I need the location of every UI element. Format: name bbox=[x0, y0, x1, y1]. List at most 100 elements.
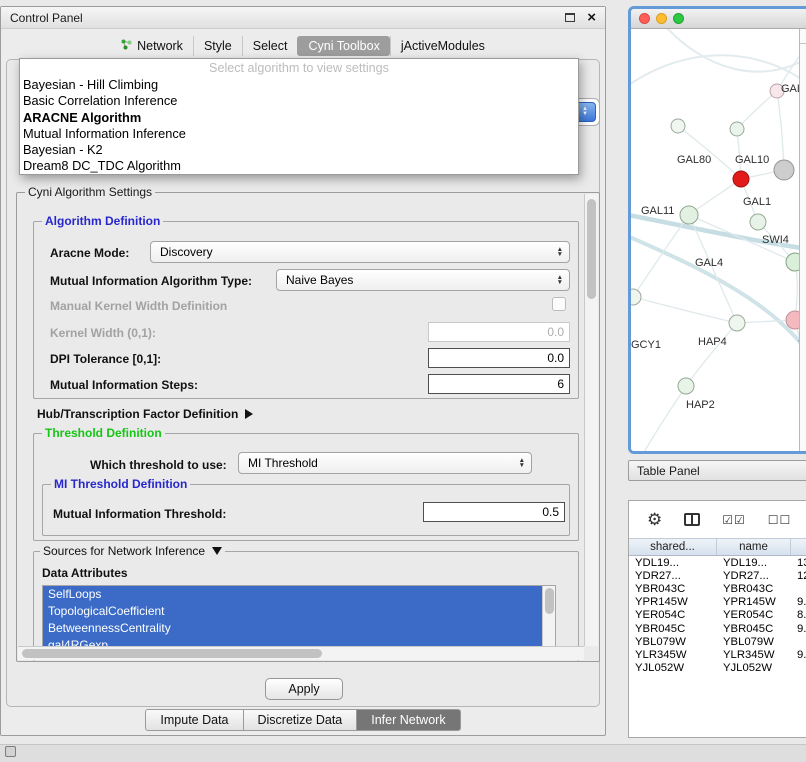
column-header-col2[interactable] bbox=[791, 539, 806, 555]
node-label: GAL11 bbox=[641, 205, 674, 217]
table-cell: YDR27... bbox=[717, 570, 791, 582]
network-scrollbar[interactable] bbox=[799, 29, 806, 451]
table-cell: YLR345W bbox=[717, 649, 791, 661]
settings-vertical-scrollbar[interactable] bbox=[584, 194, 598, 646]
tab-discretize-data[interactable]: Discretize Data bbox=[243, 709, 358, 731]
table-cell: YDR27... bbox=[629, 570, 717, 582]
network-node[interactable] bbox=[671, 119, 685, 133]
panel-toggle-icon[interactable] bbox=[5, 746, 16, 757]
mi-algorithm-type-select[interactable]: Naive Bayes ▲▼ bbox=[276, 269, 570, 291]
tab-cyni-toolbox[interactable]: Cyni Toolbox bbox=[297, 36, 389, 56]
table-row[interactable]: YPR145WYPR145W9. bbox=[629, 596, 806, 609]
gear-icon[interactable]: ⚙ bbox=[647, 511, 662, 528]
aracne-mode-value: Discovery bbox=[157, 245, 557, 259]
column-header-name[interactable]: name bbox=[717, 539, 791, 555]
table-cell: 13 bbox=[791, 557, 806, 569]
network-node[interactable] bbox=[774, 160, 794, 180]
algorithm-option-bayesian-k2[interactable]: Bayesian - K2 bbox=[20, 142, 578, 158]
table-row[interactable]: YBR045CYBR045C9. bbox=[629, 622, 806, 635]
network-node[interactable] bbox=[750, 214, 766, 230]
table-cell: YER054C bbox=[717, 609, 791, 621]
scrollbar-button[interactable] bbox=[800, 29, 806, 44]
algorithm-definition-group: Algorithm Definition Aracne Mode: Discov… bbox=[33, 221, 579, 399]
scrollbar-thumb[interactable] bbox=[587, 199, 596, 299]
scrollbar-thumb[interactable] bbox=[545, 588, 554, 614]
network-node[interactable] bbox=[631, 289, 641, 305]
table-row[interactable]: YJL052WYJL052W bbox=[629, 662, 806, 675]
table-cell: YJL052W bbox=[629, 662, 717, 674]
network-edge bbox=[643, 386, 686, 451]
tab-jactivemodules[interactable]: jActiveModules bbox=[390, 36, 495, 56]
tab-impute-data[interactable]: Impute Data bbox=[145, 709, 243, 731]
show-columns-icon[interactable]: ☑☑ bbox=[722, 513, 746, 527]
network-node[interactable] bbox=[786, 311, 799, 329]
network-edge bbox=[633, 297, 737, 323]
aracne-mode-select[interactable]: Discovery ▲▼ bbox=[150, 241, 570, 263]
columns-icon[interactable] bbox=[684, 513, 700, 526]
table-cell: YPR145W bbox=[717, 596, 791, 608]
data-attribute-item[interactable]: TopologicalCoefficient bbox=[43, 603, 555, 620]
network-node[interactable] bbox=[680, 206, 698, 224]
node-label: GAL10 bbox=[735, 154, 769, 166]
float-window-icon[interactable] bbox=[565, 13, 575, 22]
table-row[interactable]: YDL19...YDL19...13 bbox=[629, 556, 806, 569]
table-row[interactable]: YLR345WYLR345W9. bbox=[629, 648, 806, 661]
chevron-updown-icon: ▲▼ bbox=[557, 247, 563, 258]
algorithm-option-bayesian-hill-climbing[interactable]: Bayesian - Hill Climbing bbox=[20, 77, 578, 93]
list-scrollbar[interactable] bbox=[542, 586, 555, 654]
which-threshold-select[interactable]: MI Threshold ▲▼ bbox=[238, 452, 532, 474]
network-node[interactable] bbox=[730, 122, 744, 136]
table-cell: YER054C bbox=[629, 609, 717, 621]
algorithm-option-mutual-information-inference[interactable]: Mutual Information Inference bbox=[20, 126, 578, 142]
algorithm-option-aracne-algorithm[interactable]: ARACNE Algorithm bbox=[20, 110, 578, 126]
network-edge bbox=[661, 29, 799, 72]
hub-definition-expander[interactable]: Hub/Transcription Factor Definition bbox=[37, 407, 253, 421]
tab-network[interactable]: Network bbox=[111, 36, 193, 56]
table-panel-window: Table Panel ⚙ ☑☑ ☐☐ shared...name YDL19.… bbox=[628, 460, 806, 738]
tab-style[interactable]: Style bbox=[193, 36, 242, 56]
application-desktop: Control Panel × NetworkStyleSelectCyni T… bbox=[0, 0, 806, 762]
data-attribute-item[interactable]: SelfLoops bbox=[43, 586, 555, 603]
close-icon[interactable]: × bbox=[587, 12, 596, 24]
zoom-traffic-light-icon[interactable] bbox=[673, 13, 684, 24]
network-canvas[interactable]: GALGAL80GAL10GAL11GAL1SWI4GAL4GCY1HAP4HA… bbox=[631, 29, 799, 451]
close-traffic-light-icon[interactable] bbox=[639, 13, 650, 24]
manual-kernel-width-checkbox[interactable] bbox=[552, 297, 566, 311]
manual-kernel-width-label: Manual Kernel Width Definition bbox=[50, 299, 227, 313]
data-attribute-item[interactable]: BetweennessCentrality bbox=[43, 620, 555, 637]
chevron-updown-icon: ▲▼ bbox=[519, 458, 525, 469]
mi-threshold-label: Mutual Information Threshold: bbox=[53, 507, 226, 521]
tab-label: Network bbox=[137, 39, 183, 53]
dpi-tolerance-field[interactable] bbox=[428, 348, 570, 368]
scrollbar-thumb[interactable] bbox=[22, 649, 322, 658]
table-row[interactable]: YBL079WYBL079W bbox=[629, 635, 806, 648]
column-header-shared[interactable]: shared... bbox=[629, 539, 717, 555]
hide-columns-icon[interactable]: ☐☐ bbox=[768, 513, 792, 527]
node-label: GAL1 bbox=[743, 196, 771, 208]
node-label: HAP2 bbox=[686, 399, 715, 411]
network-node[interactable] bbox=[678, 378, 694, 394]
algorithm-option-dream8-dc-tdc-algorithm[interactable]: Dream8 DC_TDC Algorithm bbox=[20, 158, 578, 174]
tab-label: Infer Network bbox=[371, 713, 445, 727]
network-node[interactable] bbox=[733, 171, 749, 187]
apply-button[interactable]: Apply bbox=[265, 678, 343, 700]
table-body: YDL19...YDL19...13YDR27...YDR27...12YBR0… bbox=[629, 556, 806, 675]
network-node[interactable] bbox=[729, 315, 745, 331]
mi-algorithm-type-label: Mutual Information Algorithm Type: bbox=[50, 274, 252, 288]
expand-down-icon bbox=[212, 547, 222, 555]
algorithm-option-basic-correlation-inference[interactable]: Basic Correlation Inference bbox=[20, 93, 578, 109]
minimize-traffic-light-icon[interactable] bbox=[656, 13, 667, 24]
network-graph: GALGAL80GAL10GAL11GAL1SWI4GAL4GCY1HAP4HA… bbox=[631, 29, 799, 451]
table-row[interactable]: YBR043CYBR043C bbox=[629, 582, 806, 595]
mi-steps-field[interactable] bbox=[428, 374, 570, 394]
table-row[interactable]: YDR27...YDR27...12 bbox=[629, 569, 806, 582]
sources-expander[interactable]: Sources for Network Inference bbox=[40, 544, 225, 558]
table-row[interactable]: YER054CYER054C8. bbox=[629, 609, 806, 622]
network-node[interactable] bbox=[786, 253, 799, 271]
tab-select[interactable]: Select bbox=[242, 36, 298, 56]
mi-threshold-field[interactable] bbox=[423, 502, 565, 522]
kernel-width-field[interactable] bbox=[428, 322, 570, 342]
mi-steps-label: Mutual Information Steps: bbox=[50, 378, 198, 392]
settings-horizontal-scrollbar[interactable] bbox=[18, 646, 584, 660]
tab-infer-network[interactable]: Infer Network bbox=[356, 709, 460, 731]
